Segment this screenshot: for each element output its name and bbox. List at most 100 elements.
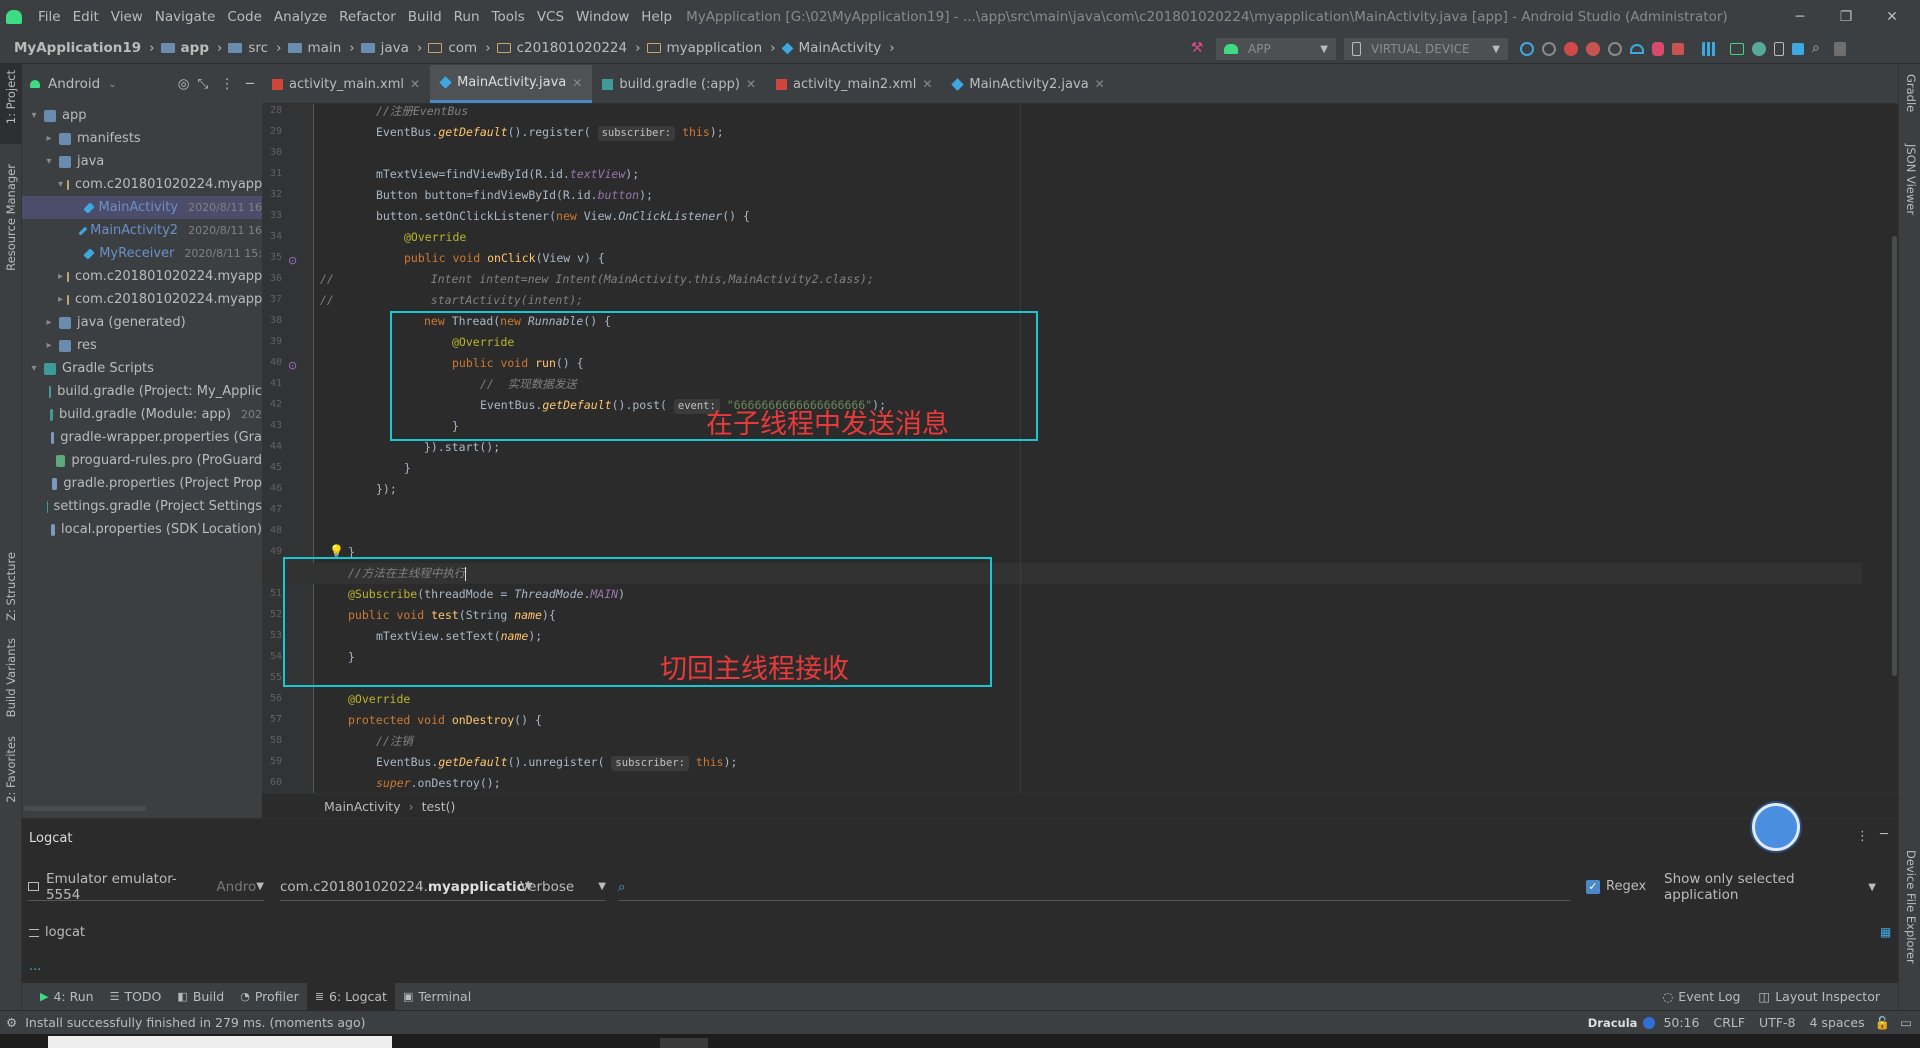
menu-window[interactable]: Window <box>570 9 635 25</box>
android-profiler-icon[interactable] <box>1652 42 1664 56</box>
collapse-arrow-icon[interactable]: ▸ <box>58 294 63 305</box>
tree-item[interactable]: ▾ com.c201801020224.myappl <box>22 173 262 196</box>
tree-item[interactable]: ▸ com.c201801020224.myappli <box>22 288 262 311</box>
tree-item[interactable]: ▸ java (generated) <box>22 311 262 334</box>
editor-tab[interactable]: MainActivity2.java ✕ <box>942 65 1114 103</box>
notifications-icon[interactable]: ▭ <box>1900 1015 1912 1030</box>
tree-item[interactable]: ▸ res <box>22 334 262 357</box>
apply-changes-icon[interactable] <box>1520 42 1534 56</box>
device-dropdown[interactable]: Emulator emulator-5554 Andro ▼ <box>28 871 264 903</box>
avd-manager-icon[interactable] <box>1774 42 1784 56</box>
debug-icon[interactable] <box>1564 42 1578 56</box>
minimize-button[interactable]: ─ <box>1777 0 1823 33</box>
apply-code-changes-icon[interactable] <box>1542 42 1556 56</box>
project-tool-tab[interactable]: 1: Project <box>4 70 18 124</box>
theme-label[interactable]: Dracula <box>1588 1016 1638 1030</box>
editor-tab[interactable]: build.gradle (:app) ✕ <box>592 65 766 103</box>
collapse-arrow-icon[interactable]: ▸ <box>43 340 55 351</box>
device-select[interactable]: VIRTUAL DEVICE ▼ <box>1344 38 1508 60</box>
breadcrumb-item[interactable]: app › <box>160 40 222 56</box>
horizontal-scrollbar[interactable] <box>24 806 146 811</box>
menu-tools[interactable]: Tools <box>486 9 531 25</box>
code-breadcrumb-method[interactable]: test() <box>422 799 456 814</box>
tool-window-button[interactable]: ≣ 6: Logcat <box>306 983 395 1010</box>
tree-item[interactable]: gradle-wrapper.properties (Gra <box>22 426 262 449</box>
lightbulb-icon[interactable]: 💡 <box>329 544 344 558</box>
breadcrumb-item[interactable]: src › <box>228 40 282 56</box>
regex-checkbox[interactable]: ✓ Regex <box>1586 879 1646 894</box>
tree-item[interactable]: MainActivity2 2020/8/11 16 <box>22 219 262 242</box>
hammer-icon[interactable]: ⚒ <box>1188 40 1206 58</box>
breadcrumb-item[interactable]: MyApplication19 › <box>14 40 155 56</box>
more-options-icon[interactable]: ⋮ <box>1856 829 1869 844</box>
tree-item[interactable]: proguard-rules.pro (ProGuard <box>22 449 262 472</box>
resource-manager-tool-tab[interactable]: Resource Manager <box>4 164 18 271</box>
override-gutter-icon[interactable]: ⊙ <box>288 359 297 372</box>
floating-assistant-button[interactable] <box>1752 803 1800 851</box>
lock-icon[interactable]: 🔓 <box>1875 1015 1891 1031</box>
maximize-button[interactable]: ❐ <box>1823 0 1869 33</box>
menu-code[interactable]: Code <box>221 9 268 25</box>
tree-item[interactable]: MainActivity 2020/8/11 16 <box>22 196 262 219</box>
indent-setting[interactable]: 4 spaces <box>1810 1015 1865 1030</box>
collapse-all-icon[interactable]: ⤡ <box>198 76 209 92</box>
search-icon[interactable]: ⌕ <box>1812 40 1826 58</box>
breadcrumb-item[interactable]: com › <box>428 40 491 56</box>
attach-debugger-icon[interactable] <box>1630 44 1644 54</box>
close-window-button[interactable]: ✕ <box>1869 0 1915 33</box>
chevron-down-icon[interactable]: ⌄ <box>108 79 116 90</box>
taskbar-window[interactable] <box>48 1036 392 1048</box>
menu-help[interactable]: Help <box>635 9 678 25</box>
code-breadcrumb-class[interactable]: MainActivity <box>324 799 401 814</box>
editor-tab[interactable]: MainActivity.java ✕ <box>430 65 593 103</box>
breadcrumb-item[interactable]: MainActivity › <box>781 40 895 56</box>
run-config-select[interactable]: APP ▼ <box>1216 38 1336 60</box>
tool-window-button[interactable]: ☰ TODO <box>102 983 170 1010</box>
gradle-tool-tab[interactable]: Gradle <box>1904 74 1918 112</box>
coverage-icon[interactable] <box>1586 42 1600 56</box>
taskbar-item[interactable] <box>660 1038 708 1048</box>
hide-panel-icon[interactable]: ─ <box>1880 827 1888 842</box>
collapse-arrow-icon[interactable]: ▸ <box>43 133 55 144</box>
locate-icon[interactable]: ◎ <box>178 76 190 92</box>
breadcrumb-item[interactable]: java › <box>360 40 422 56</box>
tree-item[interactable]: ▾ app <box>22 104 262 127</box>
tree-item[interactable]: ▸ manifests <box>22 127 262 150</box>
menu-file[interactable]: File <box>32 9 67 25</box>
close-tab-icon[interactable]: ✕ <box>572 76 582 90</box>
editor-tab[interactable]: activity_main2.xml ✕ <box>766 65 942 103</box>
logcat-ellipsis[interactable]: ... <box>29 959 41 974</box>
tool-window-button[interactable]: ▣ Terminal <box>395 983 479 1010</box>
file-encoding[interactable]: UTF-8 <box>1759 1015 1795 1030</box>
expand-arrow-icon[interactable]: ▾ <box>28 363 40 374</box>
more-options-icon[interactable]: ⋮ <box>220 76 234 92</box>
hide-panel-icon[interactable]: ─ <box>246 76 254 92</box>
close-tab-icon[interactable]: ✕ <box>922 77 932 91</box>
logcat-search-input[interactable]: ⌕ <box>618 873 1570 901</box>
layout-inspector-button[interactable]: Layout Inspector <box>1775 989 1880 1004</box>
project-view-select[interactable]: Android <box>48 76 100 92</box>
tool-window-button[interactable]: ▶ 4: Run <box>32 983 102 1010</box>
sdk-manager-icon[interactable] <box>1792 43 1804 55</box>
tree-item[interactable]: local.properties (SDK Location) <box>22 518 262 541</box>
tree-item[interactable]: settings.gradle (Project Settings <box>22 495 262 518</box>
breadcrumb-item[interactable]: main › <box>287 40 355 56</box>
log-level-dropdown[interactable]: Verbose ▼ <box>520 873 606 901</box>
tree-item[interactable]: MyReceiver 2020/8/11 15: <box>22 242 262 265</box>
menu-build[interactable]: Build <box>402 9 448 25</box>
editor-tab[interactable]: activity_main.xml ✕ <box>262 65 430 103</box>
menu-analyze[interactable]: Analyze <box>268 9 333 25</box>
stop-icon[interactable] <box>1672 43 1684 55</box>
build-variants-tool-tab[interactable]: Build Variants <box>4 638 18 717</box>
project-structure-icon[interactable] <box>1702 42 1716 56</box>
sync-gradle-icon[interactable] <box>1752 42 1766 56</box>
expand-arrow-icon[interactable]: ▾ <box>58 179 63 190</box>
override-gutter-icon[interactable]: ⊙ <box>288 254 297 267</box>
profile-icon[interactable] <box>1608 42 1622 56</box>
caret-position[interactable]: 50:16 <box>1663 1015 1699 1030</box>
menu-vcs[interactable]: VCS <box>531 9 570 25</box>
editor-scrollbar[interactable] <box>1892 236 1897 676</box>
tree-item[interactable]: build.gradle (Module: app) 202 <box>22 403 262 426</box>
code-area[interactable]: //注册EventBus EventBus.getDefault().regis… <box>262 104 1898 793</box>
menu-edit[interactable]: Edit <box>67 9 105 25</box>
